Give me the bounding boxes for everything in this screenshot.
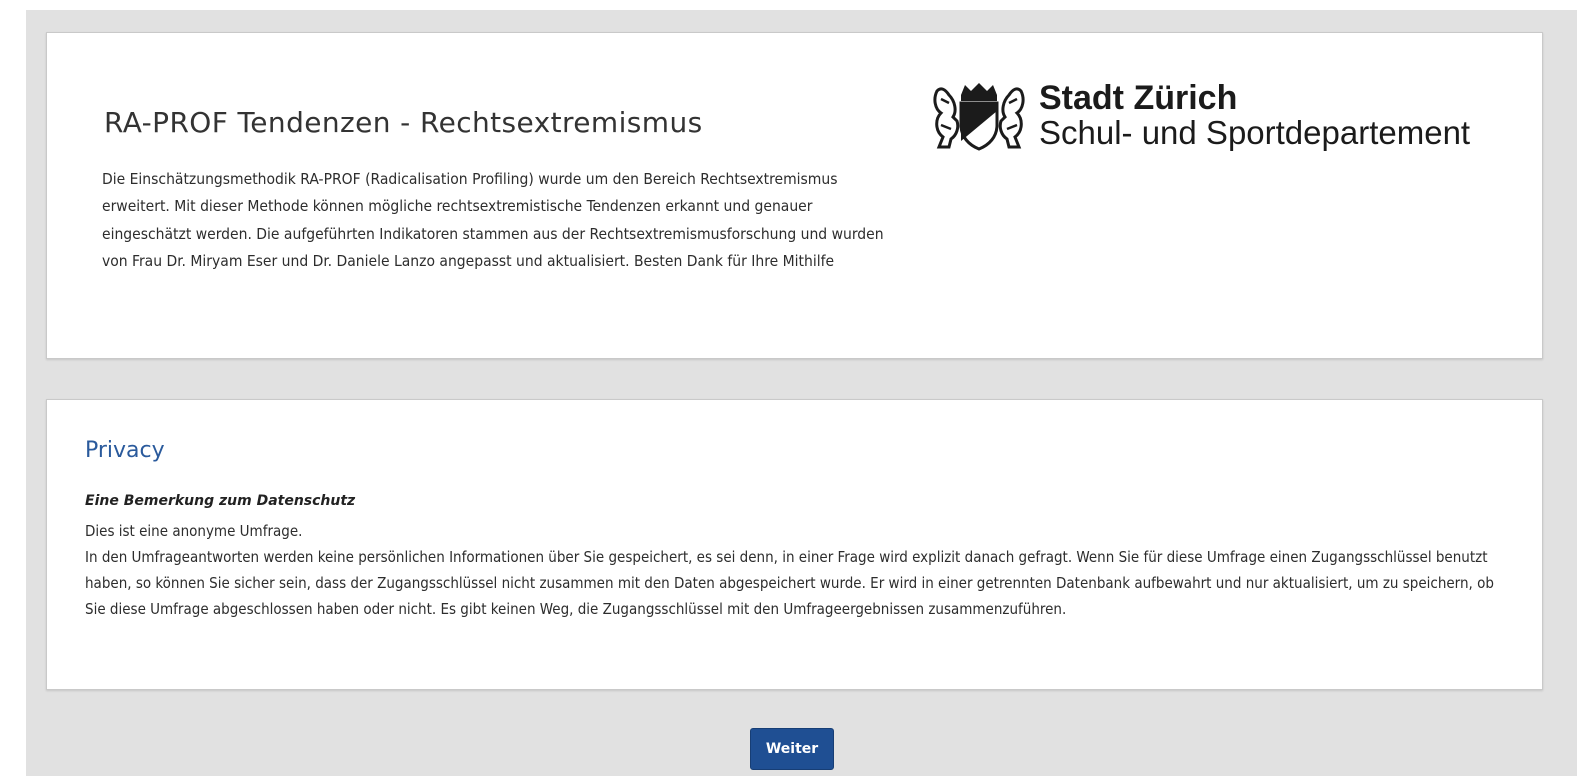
survey-title: RA-PROF Tendenzen - Rechtsextremismus bbox=[104, 106, 703, 139]
zurich-coat-of-arms-icon bbox=[933, 83, 1025, 151]
privacy-paragraph: Dies ist eine anonyme Umfrage. bbox=[85, 522, 303, 540]
survey-description: Die Einschätzungsmethodik RA-PROF (Radic… bbox=[102, 170, 884, 271]
privacy-title: Privacy bbox=[85, 438, 165, 463]
privacy-card: Privacy Eine Bemerkung zum Datenschutz D… bbox=[46, 399, 1543, 690]
privacy-subtitle: Eine Bemerkung zum Datenschutz bbox=[85, 493, 356, 509]
privacy-text: Dies ist eine anonyme Umfrage. In den Um… bbox=[85, 518, 1505, 622]
logo-subtitle: Schul- und Sportdepartement bbox=[1039, 114, 1471, 151]
page-background: RA-PROF Tendenzen - Rechtsextremismus Di… bbox=[26, 10, 1577, 776]
next-button[interactable]: Weiter bbox=[750, 728, 834, 770]
logo-title: Stadt Zürich bbox=[1039, 79, 1238, 117]
survey-header-card: RA-PROF Tendenzen - Rechtsextremismus Di… bbox=[46, 32, 1543, 359]
privacy-paragraph: In den Umfrageantworten werden keine per… bbox=[85, 548, 1494, 618]
